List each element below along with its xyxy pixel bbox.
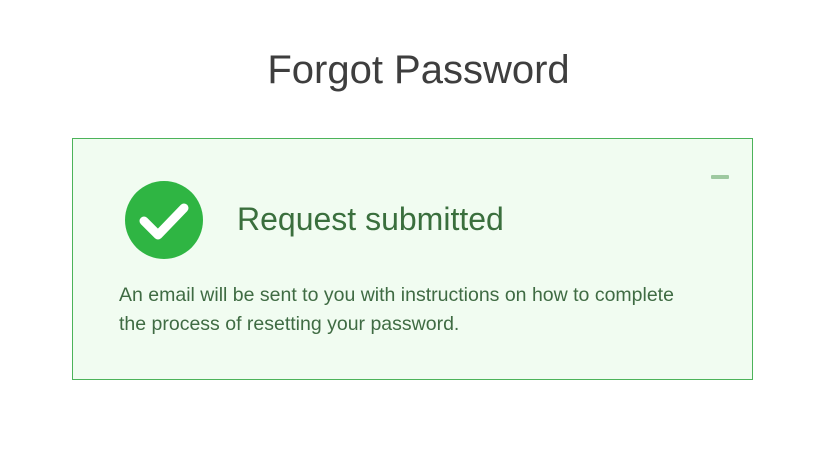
page-title: Forgot Password [267, 48, 570, 92]
success-alert: Request submitted An email will be sent … [72, 138, 753, 380]
alert-message: An email will be sent to you with instru… [119, 284, 674, 335]
forgot-password-page: Forgot Password Request submitted An ema… [0, 0, 837, 456]
minus-icon [711, 175, 729, 179]
collapse-alert-button[interactable] [703, 169, 733, 187]
check-circle-icon [125, 181, 203, 259]
alert-heading: Request submitted [237, 201, 504, 237]
